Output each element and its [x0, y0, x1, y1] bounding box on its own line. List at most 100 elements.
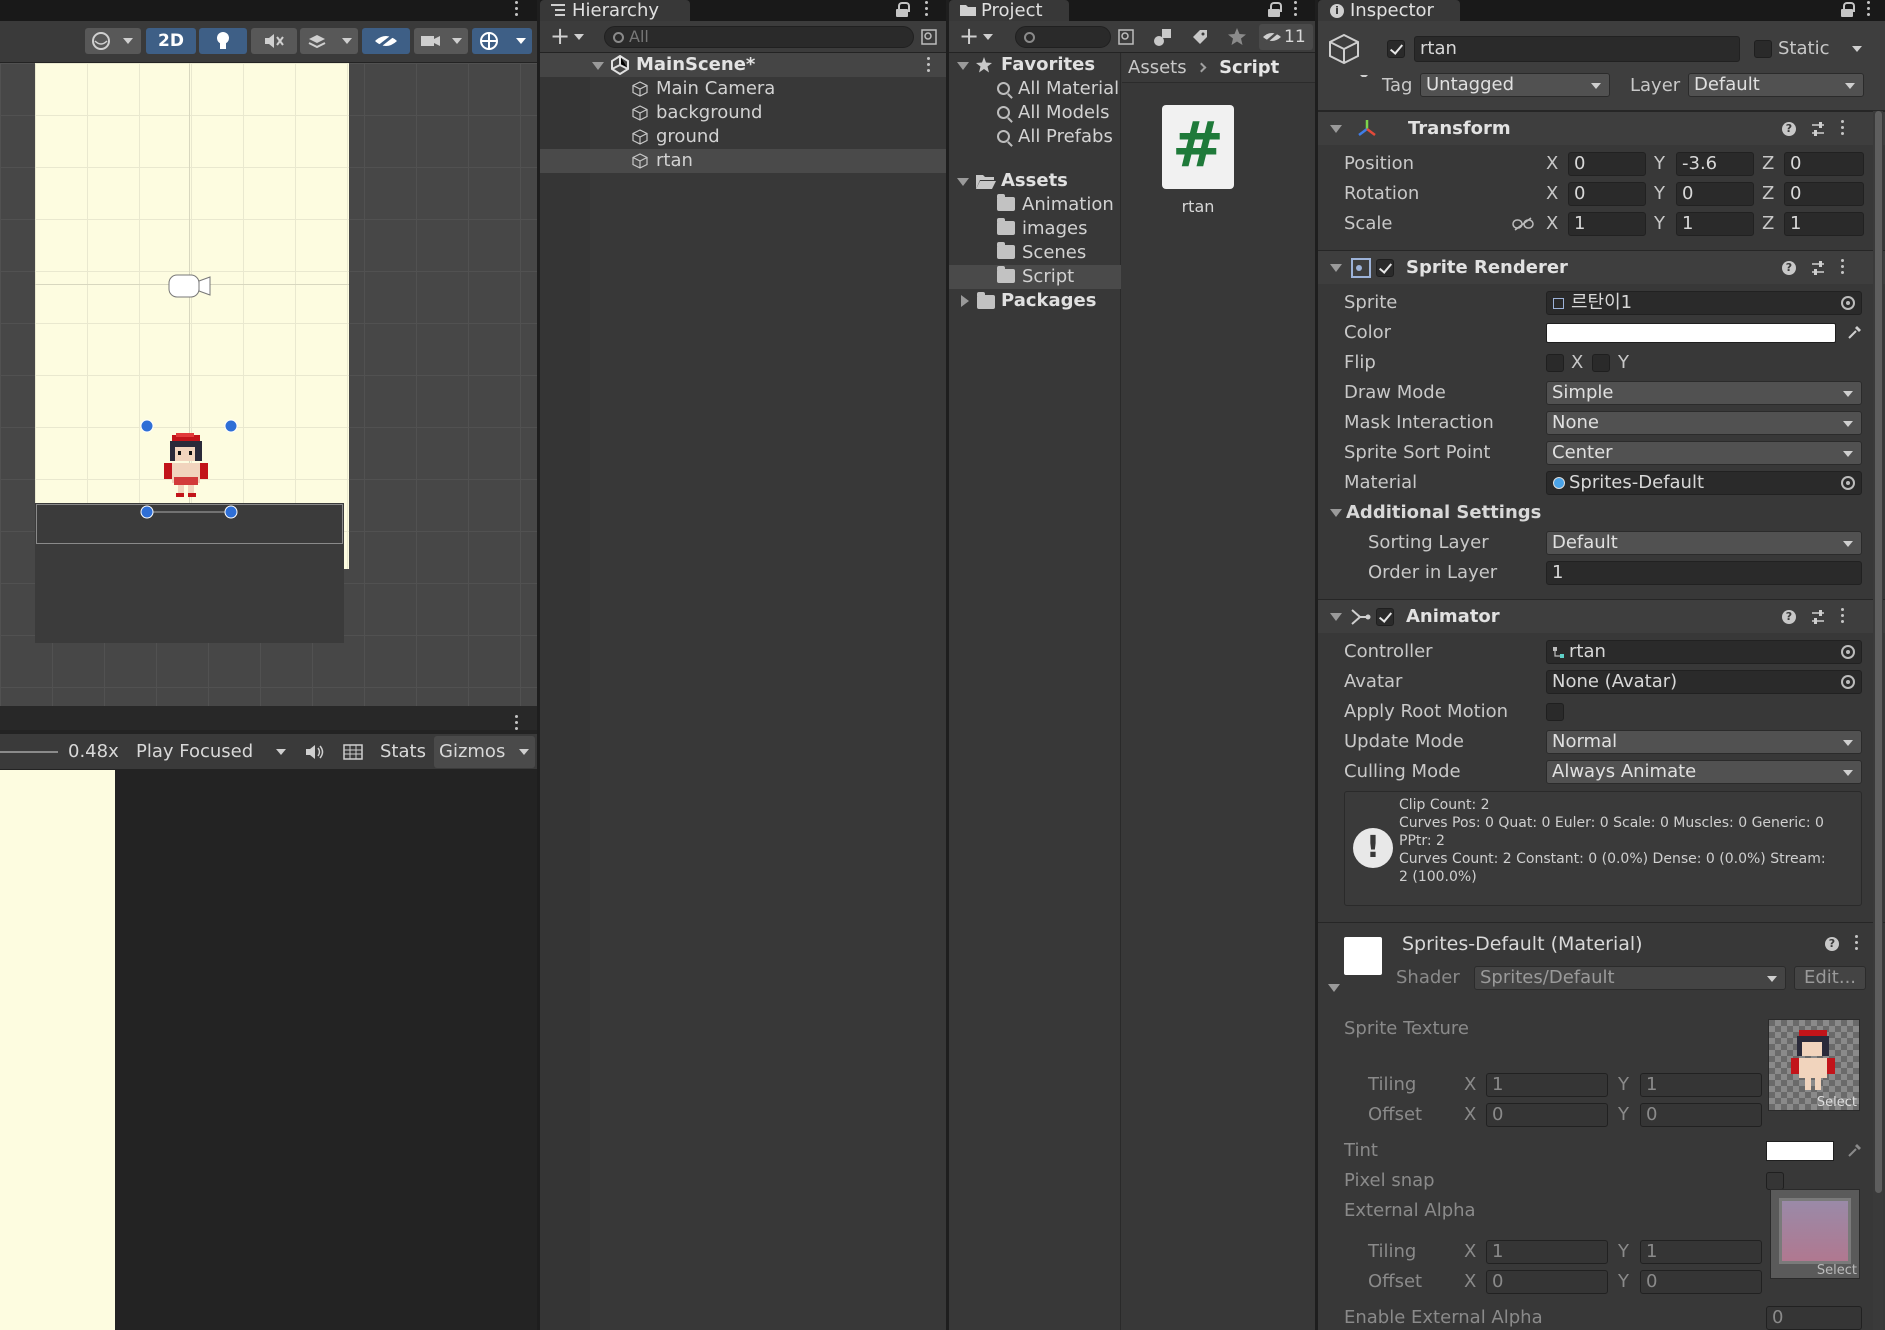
material-preview-swatch[interactable] — [1344, 937, 1382, 975]
preset-icon[interactable] — [1810, 609, 1826, 625]
fold-arrow-icon[interactable] — [1330, 264, 1342, 272]
fold-arrow-icon[interactable] — [1330, 125, 1342, 133]
enable-external-alpha-field[interactable]: 0 — [1766, 1306, 1862, 1330]
component-menu-icon[interactable] — [1852, 932, 1860, 954]
chevron-down-icon[interactable] — [1852, 46, 1862, 52]
zoom-slider[interactable] — [0, 751, 58, 753]
component-menu-icon[interactable] — [1838, 117, 1846, 139]
hidden-packages-toggle[interactable]: 11 — [1259, 24, 1313, 50]
offset2-x-field[interactable]: 0 — [1486, 1270, 1608, 1294]
eyedropper-icon[interactable] — [1846, 1143, 1862, 1159]
preset-icon[interactable] — [1810, 260, 1826, 276]
favorite-item[interactable]: All Prefabs — [997, 125, 1113, 149]
flip-y-checkbox[interactable] — [1592, 354, 1610, 372]
scale-x-field[interactable]: 1 — [1568, 212, 1646, 236]
lighting-toggle[interactable] — [199, 28, 247, 54]
search-settings-icon[interactable] — [1117, 28, 1137, 48]
project-menu-icon[interactable] — [1291, 0, 1299, 20]
pixel-snap-checkbox[interactable] — [1766, 1172, 1784, 1190]
expand-arrow-icon[interactable] — [957, 62, 969, 70]
tiling2-x-field[interactable]: 1 — [1486, 1240, 1608, 1264]
hierarchy-item-selected[interactable]: rtan — [540, 149, 946, 173]
hierarchy-search-input[interactable]: All — [604, 26, 914, 48]
fold-arrow-icon[interactable] — [1328, 984, 1340, 992]
scene-row[interactable]: MainScene* — [540, 53, 946, 77]
tiling-x-field[interactable]: 1 — [1486, 1073, 1608, 1097]
speaker-icon[interactable] — [304, 742, 326, 762]
material-object-field[interactable]: Sprites-Default — [1546, 471, 1862, 495]
stats-button[interactable]: Stats — [380, 734, 426, 770]
axis-y-label[interactable]: Y — [1654, 209, 1665, 239]
lock-icon[interactable] — [895, 2, 910, 18]
gameobject-cube-icon[interactable] — [1328, 33, 1370, 77]
rotation-x-field[interactable]: 0 — [1568, 182, 1646, 206]
gizmos-dropdown[interactable] — [472, 28, 532, 54]
create-asset-dropdown[interactable]: + — [957, 24, 997, 49]
axis-x-label[interactable]: X — [1546, 209, 1558, 239]
help-icon[interactable]: ? — [1782, 261, 1796, 275]
axis-y-label[interactable]: Y — [1654, 179, 1665, 209]
static-checkbox[interactable] — [1754, 40, 1772, 58]
scrollbar-thumb[interactable] — [1875, 111, 1882, 1193]
offset2-y-field[interactable]: 0 — [1640, 1270, 1762, 1294]
animator-header[interactable]: Animator ? — [1318, 599, 1885, 633]
position-z-field[interactable]: 0 — [1784, 152, 1864, 176]
tab-hierarchy[interactable]: Hierarchy — [540, 0, 690, 21]
tiling2-y-field[interactable]: 1 — [1640, 1240, 1762, 1264]
assets-row[interactable]: Assets — [949, 169, 1121, 193]
fold-arrow-icon[interactable] — [1330, 509, 1342, 517]
preset-icon[interactable] — [1810, 121, 1826, 137]
axis-z-label[interactable]: Z — [1762, 209, 1774, 239]
play-mode-dropdown[interactable]: Play Focused — [128, 734, 294, 770]
component-menu-icon[interactable] — [1838, 256, 1846, 278]
constrain-proportions-icon[interactable] — [1512, 217, 1534, 231]
scale-y-field[interactable]: 1 — [1676, 212, 1754, 236]
camera-dropdown[interactable] — [414, 28, 468, 54]
packages-row[interactable]: Packages — [949, 289, 1121, 313]
breadcrumb-assets[interactable]: Assets — [1128, 57, 1187, 78]
gizmos-button[interactable]: Gizmos — [434, 736, 535, 768]
grid-icon[interactable] — [342, 742, 364, 762]
splitter[interactable] — [946, 0, 949, 1330]
project-search-input[interactable] — [1015, 26, 1111, 48]
additional-settings-row[interactable]: Additional Settings — [1318, 498, 1885, 528]
object-picker-icon[interactable] — [1841, 476, 1855, 490]
game-menu-icon[interactable] — [512, 712, 520, 734]
expand-arrow-icon[interactable] — [957, 178, 969, 186]
controller-object-field[interactable]: rtan — [1546, 640, 1862, 664]
avatar-object-field[interactable]: None (Avatar) — [1546, 670, 1862, 694]
component-menu-icon[interactable] — [1838, 605, 1846, 627]
sorting-layer-dropdown[interactable]: Default — [1546, 531, 1862, 555]
draw-mode-dropdown[interactable]: Simple — [1546, 381, 1862, 405]
audio-toggle[interactable] — [251, 28, 297, 54]
tab-project[interactable]: Project — [949, 0, 1069, 21]
transform-header[interactable]: Transform ? — [1318, 111, 1885, 145]
hierarchy-item[interactable]: background — [540, 101, 946, 125]
culling-mode-dropdown[interactable]: Always Animate — [1546, 760, 1862, 784]
flip-x-checkbox[interactable] — [1546, 354, 1564, 372]
inspector-menu-icon[interactable] — [1864, 0, 1872, 20]
game-render-area[interactable] — [0, 770, 115, 1330]
order-in-layer-field[interactable]: 1 — [1546, 561, 1862, 585]
rtan-character-sprite[interactable] — [158, 433, 218, 503]
help-icon[interactable]: ? — [1782, 122, 1796, 136]
position-x-field[interactable]: 0 — [1568, 152, 1646, 176]
asset-folder[interactable]: images — [997, 217, 1087, 241]
fold-arrow-icon[interactable] — [1330, 613, 1342, 621]
offset-x-field[interactable]: 0 — [1486, 1103, 1608, 1127]
edit-shader-button[interactable]: Edit... — [1794, 966, 1866, 990]
scene-row-menu-icon[interactable] — [924, 54, 932, 76]
object-picker-icon[interactable] — [1841, 675, 1855, 689]
axis-x-label[interactable]: X — [1546, 179, 1558, 209]
sprite-renderer-enabled-checkbox[interactable] — [1376, 259, 1394, 277]
eyedropper-icon[interactable] — [1846, 325, 1862, 341]
script-asset[interactable]: # rtan — [1156, 105, 1246, 225]
animator-enabled-checkbox[interactable] — [1376, 608, 1394, 626]
hierarchy-item[interactable]: ground — [540, 125, 946, 149]
inspector-scrollbar[interactable] — [1873, 111, 1883, 1330]
help-icon[interactable]: ? — [1825, 937, 1839, 951]
tint-swatch[interactable] — [1766, 1141, 1834, 1161]
asset-folder-selected[interactable]: Script — [949, 265, 1121, 289]
object-picker-icon[interactable] — [1841, 645, 1855, 659]
position-y-field[interactable]: -3.6 — [1676, 152, 1754, 176]
